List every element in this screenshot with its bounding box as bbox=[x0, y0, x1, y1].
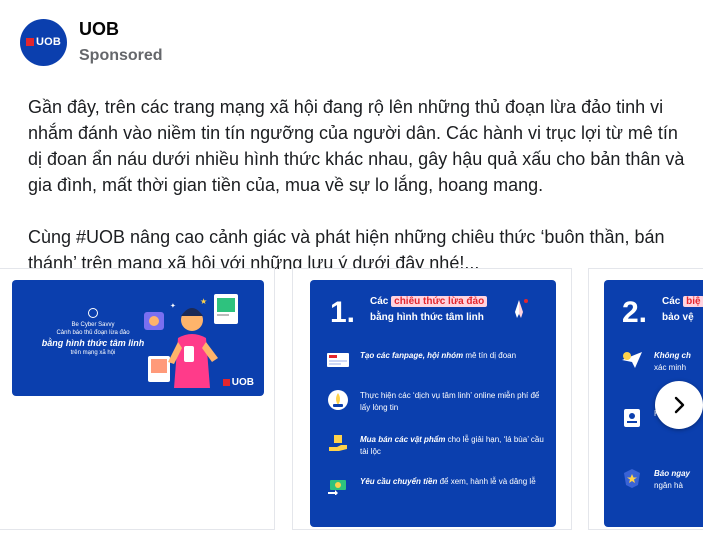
svg-text:★: ★ bbox=[200, 297, 207, 306]
post-text: Gần đây, trên các trang mạng xã hội đang… bbox=[28, 94, 688, 276]
card2-item-4: Yêu cầu chuyển tiền để xem, hành lễ và d… bbox=[326, 476, 550, 496]
card3-number: 2. bbox=[622, 296, 648, 329]
image-carousel: Be Cyber Savvy Cảnh báo thủ đoạn lừa đảo… bbox=[0, 268, 703, 541]
card2-heading-highlight: chiêu thức lừa đảo bbox=[391, 296, 488, 307]
card2-image: 1. Các chiêu thức lừa đảo bằng hình thức… bbox=[310, 280, 556, 527]
card2-item-4-rest: để xem, hành lễ và dâng lễ bbox=[437, 477, 536, 486]
post-header: UOB UOB Sponsored bbox=[20, 14, 163, 70]
uob-logo-text: UOB bbox=[35, 36, 62, 48]
uob-logo: UOB bbox=[25, 36, 62, 48]
card2-heading-line2: bằng hình thức tâm linh bbox=[370, 312, 484, 323]
carousel-next-button[interactable] bbox=[655, 381, 703, 429]
police-badge-icon bbox=[620, 468, 644, 488]
card2-item-1-rest: mê tín dị đoan bbox=[463, 351, 517, 360]
person-with-phone-illustration: ★ ✦ bbox=[144, 294, 238, 388]
card2-item-3: Mua bán các vật phẩm cho lễ giải hạn, ‘l… bbox=[326, 434, 550, 458]
card1-logo-mark bbox=[222, 379, 230, 386]
post-paragraph-1: Gần đây, trên các trang mạng xã hội đang… bbox=[28, 97, 685, 195]
card2-item-1: Tạo các fanpage, hội nhóm mê tín dị đoan bbox=[326, 350, 550, 370]
card2-number: 1. bbox=[330, 296, 356, 329]
paper-plane-icon bbox=[620, 350, 644, 370]
card3-item-1-bold: Không ch bbox=[654, 351, 691, 360]
sponsored-label[interactable]: Sponsored bbox=[79, 46, 163, 66]
card2-item-3-text: Mua bán các vật phẩm cho lễ giải hạn, ‘l… bbox=[360, 434, 550, 458]
card2-item-2-rest: Thực hiện các ‘dịch vụ tâm linh’ online … bbox=[360, 391, 540, 412]
card3-item-1: Không ch xác minh bbox=[620, 350, 703, 374]
card1-uob-logo: UOB bbox=[222, 377, 254, 388]
hand-offering-icon bbox=[326, 434, 350, 454]
card3-item-3-bold: Báo ngay bbox=[654, 469, 691, 478]
praying-hands-icon bbox=[515, 299, 528, 318]
card3-item-1-rest: xác minh bbox=[654, 363, 687, 372]
card3-item-3-text: Báo ngay ngân hà bbox=[654, 468, 690, 492]
card2-heading: Các chiêu thức lừa đảo bằng hình thức tâ… bbox=[370, 294, 488, 326]
card2-item-3-bold: Mua bán các vật phẩm bbox=[360, 435, 446, 444]
carousel-card-2[interactable]: 1. Các chiêu thức lừa đảo bằng hình thức… bbox=[292, 268, 572, 530]
card3-heading-pre: Các bbox=[662, 296, 681, 307]
card3-heading: Các biệ bảo vệ bbox=[662, 294, 703, 326]
card3-heading-line2: bảo vệ bbox=[662, 312, 694, 323]
card3-item-1-text: Không ch xác minh bbox=[654, 350, 691, 374]
card3-item-3-rest: ngân hà bbox=[654, 481, 683, 490]
card2-item-4-text: Yêu cầu chuyển tiền để xem, hành lễ và d… bbox=[360, 476, 536, 488]
avatar[interactable]: UOB bbox=[20, 18, 67, 66]
carousel-card-1[interactable]: Be Cyber Savvy Cảnh báo thủ đoạn lừa đảo… bbox=[0, 268, 275, 530]
svg-text:✦: ✦ bbox=[170, 302, 176, 310]
card3-item-3: Báo ngay ngân hà bbox=[620, 468, 703, 492]
card3-heading-highlight: biệ bbox=[683, 296, 703, 307]
card2-item-2-text: Thực hiện các ‘dịch vụ tâm linh’ online … bbox=[360, 390, 550, 414]
post-meta: UOB Sponsored bbox=[79, 18, 163, 66]
cyber-seal-icon bbox=[88, 308, 98, 318]
card2-item-1-bold: Tạo các fanpage, hội nhóm bbox=[360, 351, 464, 360]
card2-heading-line1: Các chiêu thức lừa đảo bbox=[370, 294, 488, 310]
card2-item-1-text: Tạo các fanpage, hội nhóm mê tín dị đoan bbox=[360, 350, 516, 362]
card1-logo-text: UOB bbox=[231, 377, 254, 388]
money-transfer-icon bbox=[326, 476, 350, 496]
card2-item-2: Thực hiện các ‘dịch vụ tâm linh’ online … bbox=[326, 390, 550, 414]
card1-image: Be Cyber Savvy Cảnh báo thủ đoạn lừa đảo… bbox=[12, 280, 264, 396]
fanpage-icon bbox=[326, 350, 350, 370]
card2-item-4-bold: Yêu cầu chuyển tiền bbox=[360, 477, 438, 486]
card2-heading-pre: Các bbox=[370, 296, 389, 307]
lotus-bowl-icon bbox=[326, 390, 350, 410]
uob-logo-mark bbox=[25, 38, 34, 46]
chevron-right-icon bbox=[674, 396, 685, 414]
card3-heading-line1: Các biệ bbox=[662, 294, 703, 310]
id-card-icon bbox=[620, 408, 644, 428]
page-name[interactable]: UOB bbox=[79, 18, 163, 40]
